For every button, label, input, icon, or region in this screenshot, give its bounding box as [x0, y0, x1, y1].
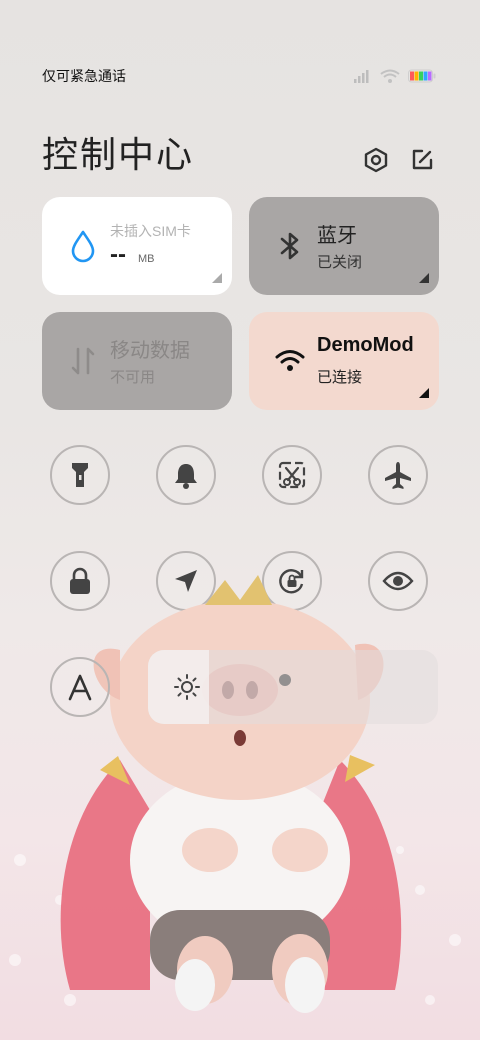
data-usage-card[interactable]: 未插入SIM卡 -- MB	[42, 197, 232, 295]
ring-toggle[interactable]	[156, 445, 216, 505]
wifi-status: 已连接	[317, 369, 363, 386]
wifi-card[interactable]: DemoMod 已连接	[249, 312, 439, 410]
screenshot-toggle[interactable]	[262, 445, 322, 505]
data-usage-value: --	[110, 241, 126, 268]
water-drop-icon	[66, 229, 100, 263]
flashlight-toggle[interactable]	[50, 445, 110, 505]
wifi-icon	[273, 344, 307, 378]
wifi-icon	[380, 69, 400, 83]
airplane-icon	[385, 462, 411, 489]
edit-icon	[412, 149, 433, 170]
bluetooth-status: 已关闭	[317, 254, 363, 271]
edit-button[interactable]	[406, 144, 438, 176]
settings-hex-icon	[364, 147, 388, 173]
airplane-toggle[interactable]	[368, 445, 428, 505]
wallpaper-pig-illustration	[9, 575, 461, 1013]
wifi-network-name: DemoMod	[317, 334, 414, 356]
auto-brightness-toggle[interactable]	[50, 657, 110, 717]
battery-icon	[408, 69, 436, 83]
sun-icon	[174, 674, 200, 700]
brightness-slider[interactable]	[148, 650, 438, 724]
page-title: 控制中心	[42, 135, 195, 176]
status-icons	[354, 69, 436, 83]
mobile-data-status: 不可用	[110, 369, 156, 386]
expand-corner-icon	[419, 273, 429, 283]
expand-corner-icon	[212, 273, 222, 283]
status-bar: 仅可紧急通话	[42, 62, 436, 90]
data-usage-unit: MB	[138, 253, 155, 265]
bluetooth-card[interactable]: 蓝牙 已关闭	[249, 197, 439, 295]
bluetooth-icon	[273, 229, 307, 263]
mobile-data-card[interactable]: 移动数据 不可用	[42, 312, 232, 410]
bell-icon	[175, 464, 197, 489]
carrier-text: 仅可紧急通话	[42, 68, 126, 84]
flashlight-icon	[72, 463, 88, 487]
expand-corner-icon	[419, 388, 429, 398]
letter-a-icon	[68, 674, 92, 701]
sim-status-label: 未插入SIM卡	[110, 223, 191, 239]
settings-button[interactable]	[360, 144, 392, 176]
mobile-data-label: 移动数据	[110, 340, 190, 362]
data-arrows-icon	[66, 344, 100, 378]
signal-icon	[354, 70, 369, 83]
bluetooth-label: 蓝牙	[317, 225, 357, 247]
scissors-icon	[278, 461, 306, 489]
